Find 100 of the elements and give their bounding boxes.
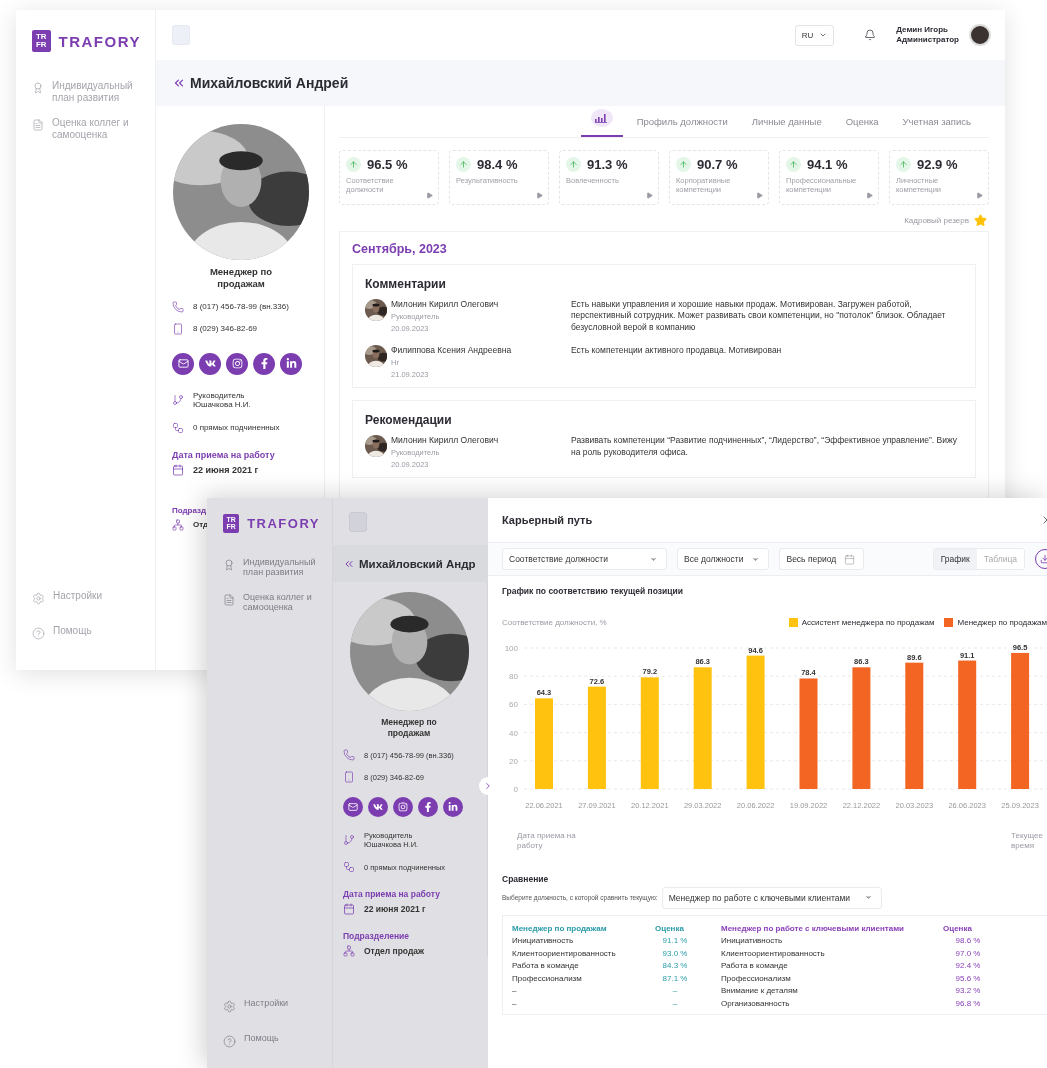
author-name: Милонин Кирилл Олегович bbox=[391, 435, 500, 446]
comment-text: Развивать компетенции “Развитие подчиненных”, “Лидерство”, “Эффективное управление”. Вижу на роль руководителя офиса. bbox=[571, 435, 958, 459]
table-cell-text: 91.1 % bbox=[661, 936, 689, 946]
bar-chart-icon bbox=[595, 113, 609, 123]
table-cell-text: – bbox=[671, 986, 679, 996]
view-toggle[interactable]: График bbox=[933, 549, 977, 569]
axis-tick-label: 60 bbox=[509, 700, 518, 710]
axis-title: Соответствие должности, % bbox=[502, 618, 607, 627]
column-header: Менеджер по работе с ключевыми клиентами bbox=[721, 923, 905, 933]
tab[interactable]: Профиль должности bbox=[626, 116, 738, 137]
facebook-icon[interactable] bbox=[418, 797, 438, 818]
hierarchy-icon bbox=[343, 861, 355, 874]
field-label: Подразделение bbox=[343, 931, 410, 942]
table-cell-text: 97.0 % bbox=[954, 948, 982, 958]
table-cell-text: Работа в команде bbox=[721, 961, 789, 971]
axis-tick-label: 80 bbox=[509, 672, 518, 682]
page-title: Михайловский Андр bbox=[359, 557, 476, 570]
help-icon bbox=[223, 1035, 236, 1048]
table-cell-text: 93.0 % bbox=[661, 948, 689, 958]
table-cell-text: Организованность bbox=[721, 998, 791, 1008]
table-cell-text: Клиентоориентированность bbox=[721, 948, 826, 958]
avatar bbox=[969, 24, 991, 46]
table-cell-text: 84.3 % bbox=[661, 961, 689, 971]
tab[interactable]: Оценка bbox=[835, 116, 889, 137]
play-icon bbox=[976, 192, 983, 199]
user-info: Демин Игорь Администратор bbox=[896, 25, 959, 45]
table-cell-text: Внимание к деталям bbox=[721, 986, 799, 996]
nav-item[interactable]: Оценка коллег и самооценка bbox=[223, 591, 320, 613]
axis-note: Дата приема на работу bbox=[517, 831, 577, 852]
chart-tab[interactable] bbox=[580, 109, 623, 137]
department: Отдел продаж bbox=[364, 946, 425, 957]
month-title: Сентябрь, 2023 bbox=[352, 242, 448, 256]
field-label: Подразд bbox=[172, 505, 207, 515]
table-cell-text: 96.8 % bbox=[954, 998, 982, 1008]
settings-icon bbox=[32, 592, 45, 605]
nav-item[interactable]: Индивидуальный план развития bbox=[223, 557, 320, 578]
axis-note: Текущее время bbox=[1011, 831, 1044, 852]
table-cell-text: 87.1 % bbox=[661, 973, 689, 983]
calendar-icon bbox=[172, 463, 184, 476]
tab[interactable]: Личные данные bbox=[741, 116, 832, 137]
dropdown[interactable]: Все должности bbox=[677, 548, 770, 570]
settings-icon bbox=[223, 1000, 236, 1013]
nav-item[interactable]: Индивидуальный план развития bbox=[32, 80, 141, 103]
legend-item: Менеджер по продажам bbox=[944, 618, 1047, 627]
table-cell-text: Клиентоориентированность bbox=[512, 948, 617, 958]
play-icon bbox=[426, 192, 433, 199]
column-header: Оценка bbox=[943, 923, 973, 933]
nav-item[interactable]: Настройки bbox=[223, 998, 320, 1013]
nav-item[interactable]: Оценка коллег и самооценка bbox=[32, 117, 141, 140]
play-icon bbox=[866, 192, 873, 199]
dialog-title: Карьерный путь bbox=[502, 514, 593, 526]
column-header: Менеджер по продажам bbox=[512, 923, 608, 933]
mobile-phone-icon bbox=[172, 322, 184, 335]
view-toggle[interactable]: Таблица bbox=[976, 549, 1024, 569]
nav-item[interactable]: Настройки bbox=[32, 590, 141, 605]
facebook-icon[interactable] bbox=[253, 352, 275, 375]
caret-icon bbox=[819, 31, 828, 39]
linkedin-icon[interactable] bbox=[280, 352, 302, 375]
field-label: Дата приема на работу bbox=[343, 889, 440, 900]
document-icon bbox=[32, 119, 44, 131]
branch-icon bbox=[172, 394, 184, 407]
star-icon[interactable] bbox=[974, 214, 987, 227]
table-cell-text: – bbox=[512, 986, 518, 996]
back-icon[interactable] bbox=[172, 76, 186, 90]
play-icon bbox=[646, 192, 653, 199]
instagram-icon[interactable] bbox=[226, 352, 248, 375]
mail-icon[interactable] bbox=[343, 797, 363, 818]
instagram-icon[interactable] bbox=[393, 797, 413, 818]
nav-item[interactable]: Помощь bbox=[32, 625, 141, 640]
section-title: Комментарии bbox=[365, 277, 447, 291]
dropdown[interactable]: Соответствие должности bbox=[502, 548, 667, 570]
axis-tick-label: 20 bbox=[509, 756, 518, 766]
table-cell-text: Профессионализм bbox=[512, 973, 583, 983]
hire-date: 22 июня 2021 г bbox=[364, 904, 426, 915]
table-cell-text: 93.2 % bbox=[954, 986, 982, 996]
section-title: Сравнение bbox=[502, 873, 550, 884]
language-select[interactable]: RU bbox=[794, 24, 835, 46]
vk-icon[interactable] bbox=[199, 352, 221, 375]
table-cell-text: 95.6 % bbox=[954, 973, 982, 983]
vk-icon[interactable] bbox=[368, 797, 388, 818]
award-icon bbox=[32, 82, 44, 94]
column-header: Оценка bbox=[655, 923, 685, 933]
linkedin-icon[interactable] bbox=[443, 797, 463, 818]
sidebar-toggle-icon[interactable] bbox=[172, 25, 190, 45]
nav-item[interactable]: Помощь bbox=[223, 1033, 320, 1048]
dropdown[interactable]: Менеджер по работе с ключевыми клиентами bbox=[661, 886, 882, 909]
calendar-icon bbox=[343, 903, 355, 916]
play-icon bbox=[756, 192, 763, 199]
table-cell-text: – bbox=[512, 998, 518, 1008]
mail-icon[interactable] bbox=[172, 352, 194, 375]
axis-tick-label: 40 bbox=[509, 728, 518, 738]
tab[interactable]: Учетная запись bbox=[892, 116, 981, 137]
play-icon bbox=[536, 192, 543, 199]
subordinates-count: 0 прямых подчиненных bbox=[193, 423, 280, 433]
hire-date: 22 июня 2021 г bbox=[193, 464, 259, 475]
table-cell-text: Работа в команде bbox=[512, 961, 580, 971]
notification-bell-icon[interactable] bbox=[864, 29, 877, 41]
table-cell-text: – bbox=[671, 998, 679, 1008]
date-picker[interactable]: Весь период bbox=[779, 548, 865, 570]
mobile-phone-icon bbox=[343, 771, 355, 784]
